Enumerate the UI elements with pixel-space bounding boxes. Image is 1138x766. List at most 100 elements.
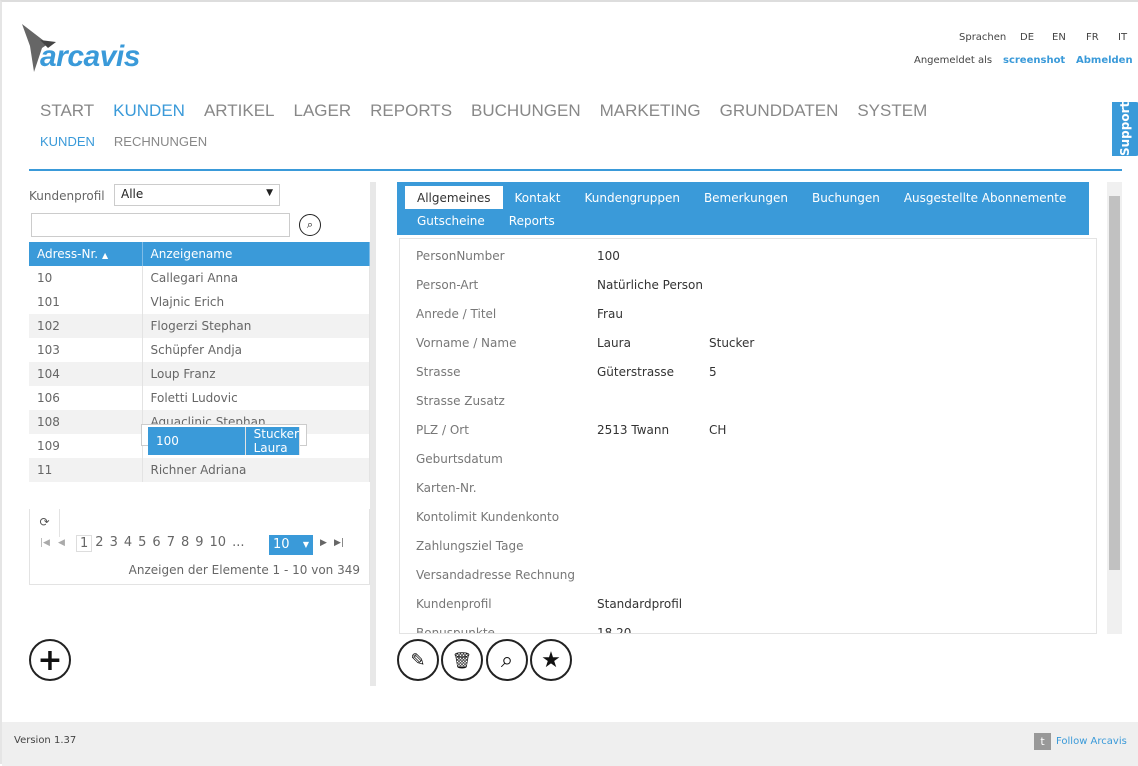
tab-gutscheine[interactable]: Gutscheine [405, 209, 497, 232]
field-label: Geburtsdatum [416, 452, 503, 466]
sub-nav: KUNDEN RECHNUNGEN [40, 134, 207, 149]
cell-anzeigename: Foletti Ludovic [142, 386, 370, 410]
pager-info: Anzeigen der Elemente 1 - 10 von 349 [128, 563, 360, 577]
first-page-icon[interactable]: |◀ [40, 538, 50, 548]
user-link[interactable]: screenshot [1003, 55, 1065, 66]
tab-bemerkungen[interactable]: Bemerkungen [692, 186, 800, 209]
cell-adress-nr: 108 [29, 410, 143, 434]
add-customer-button[interactable]: + [29, 639, 71, 681]
cell-anzeigename: Loup Franz [142, 362, 370, 386]
field-value: Laura [597, 336, 631, 350]
lang-it[interactable]: IT [1118, 32, 1127, 43]
scrollbar-thumb[interactable] [1109, 196, 1120, 570]
field-value: Standardprofil [597, 597, 683, 611]
field-value-2: CH [709, 423, 727, 437]
table-row[interactable]: 10 Callegari Anna [29, 266, 370, 290]
lang-de[interactable]: DE [1020, 32, 1034, 43]
page-link[interactable]: 1 [76, 535, 93, 552]
field-label: Bonuspunkte [416, 626, 495, 634]
follow-link[interactable]: Follow Arcavis [1056, 736, 1127, 747]
subnav-kunden[interactable]: KUNDEN [40, 134, 95, 149]
page-link[interactable]: 4 [121, 535, 135, 552]
page-size-select[interactable]: 10 ▼ [269, 535, 313, 555]
nav-lager[interactable]: LAGER [294, 101, 352, 121]
search-button[interactable]: ⌕ [299, 214, 321, 236]
logout-link[interactable]: Abmelden [1076, 55, 1133, 66]
field-value-2: Stucker [709, 336, 755, 350]
cell-anzeigename: Flogerzi Stephan [142, 314, 370, 338]
cell-adress-nr: 104 [29, 362, 143, 386]
field-value: 18.20 [597, 626, 632, 634]
field-label: Person-Art [416, 278, 479, 292]
page-link[interactable]: 2 [92, 535, 106, 552]
edit-button[interactable]: ✎ [397, 639, 439, 681]
page-link[interactable]: 5 [135, 535, 149, 552]
table-row[interactable]: 103 Schüpfer Andja [29, 338, 370, 362]
tab-buchungen[interactable]: Buchungen [800, 186, 892, 209]
field-value: Güterstrasse [597, 365, 675, 379]
lang-en[interactable]: EN [1052, 32, 1066, 43]
field-label: Zahlungsziel Tage [416, 539, 524, 553]
page-link[interactable]: 8 [178, 535, 192, 552]
nav-system[interactable]: SYSTEM [857, 101, 927, 121]
col-adress-nr[interactable]: Adress-Nr. ▲ [29, 242, 143, 266]
support-tab[interactable]: Support [1112, 102, 1138, 156]
splitter[interactable] [370, 182, 376, 686]
nav-start[interactable]: START [40, 101, 94, 121]
col-anzeigename[interactable]: Anzeigename [142, 242, 370, 266]
subnav-rechnungen[interactable]: RECHNUNGEN [114, 134, 207, 149]
cell-adress-nr: 103 [29, 338, 143, 362]
table-row[interactable]: 11 Richner Adriana [29, 458, 370, 482]
lang-fr[interactable]: FR [1086, 32, 1099, 43]
cell-adress-nr: 100 [148, 427, 246, 455]
page-link[interactable]: 10 [207, 535, 230, 552]
nav-reports[interactable]: REPORTS [370, 101, 452, 121]
prev-page-icon[interactable]: ◀ [58, 538, 65, 548]
table-row[interactable]: 104 Loup Franz [29, 362, 370, 386]
page-link[interactable]: 3 [107, 535, 121, 552]
nav-kunden[interactable]: KUNDEN [113, 101, 185, 121]
dropdown-arrow-icon: ▼ [302, 540, 309, 549]
field-value: 2513 Twann [597, 423, 670, 437]
search-input[interactable] [31, 213, 290, 237]
kundenprofil-label: Kundenprofil [29, 189, 105, 203]
table-row[interactable]: 101 Vlajnic Erich [29, 290, 370, 314]
page-link[interactable]: ... [229, 535, 247, 552]
nav-marketing[interactable]: MARKETING [600, 101, 701, 121]
field-label: PersonNumber [416, 249, 505, 263]
page-list: 1 2 3 4 5 6 7 8 9 10... [76, 535, 247, 552]
logged-in-label: Angemeldet als [914, 55, 993, 66]
dropdown-arrow-icon: ▼ [266, 188, 273, 198]
tab-kontakt[interactable]: Kontakt [503, 186, 573, 209]
page-link[interactable]: 9 [192, 535, 206, 552]
table-row[interactable]: 102 Flogerzi Stephan [29, 314, 370, 338]
last-page-icon[interactable]: ▶| [334, 538, 344, 548]
kundenprofil-select[interactable]: Alle ▼ [114, 184, 280, 206]
pencil-icon: ✎ [410, 649, 426, 671]
twitter-icon[interactable]: t [1034, 733, 1051, 750]
tab-kundengruppen[interactable]: Kundengruppen [572, 186, 691, 209]
tab-ausgestellte-abonnemente[interactable]: Ausgestellte Abonnemente [892, 186, 1079, 209]
refresh-icon[interactable]: ⟳ [30, 509, 60, 537]
favorite-button[interactable]: ★ [530, 639, 572, 681]
table-row[interactable]: 106 Foletti Ludovic [29, 386, 370, 410]
table-row[interactable]: 100 Stucker Laura [141, 424, 307, 455]
languages-label: Sprachen [959, 32, 1007, 43]
page-link[interactable]: 6 [149, 535, 163, 552]
tab-allgemeines[interactable]: Allgemeines [405, 186, 503, 209]
delete-button[interactable]: 🗑 [441, 639, 483, 681]
nav-grunddaten[interactable]: GRUNDDATEN [720, 101, 839, 121]
page-link[interactable]: 7 [164, 535, 178, 552]
nav-buchungen[interactable]: BUCHUNGEN [471, 101, 581, 121]
field-label: Karten-Nr. [416, 481, 477, 495]
field-value: 100 [597, 249, 620, 263]
search-detail-button[interactable]: ⌕ [486, 639, 528, 681]
field-value-2: 5 [709, 365, 717, 379]
field-label: Anrede / Titel [416, 307, 497, 321]
next-page-icon[interactable]: ▶ [320, 538, 327, 548]
cell-adress-nr: 109 [29, 434, 143, 458]
field-label: Vorname / Name [416, 336, 517, 350]
nav-artikel[interactable]: ARTIKEL [204, 101, 275, 121]
tab-reports[interactable]: Reports [497, 209, 567, 232]
cell-anzeigename: Vlajnic Erich [142, 290, 370, 314]
